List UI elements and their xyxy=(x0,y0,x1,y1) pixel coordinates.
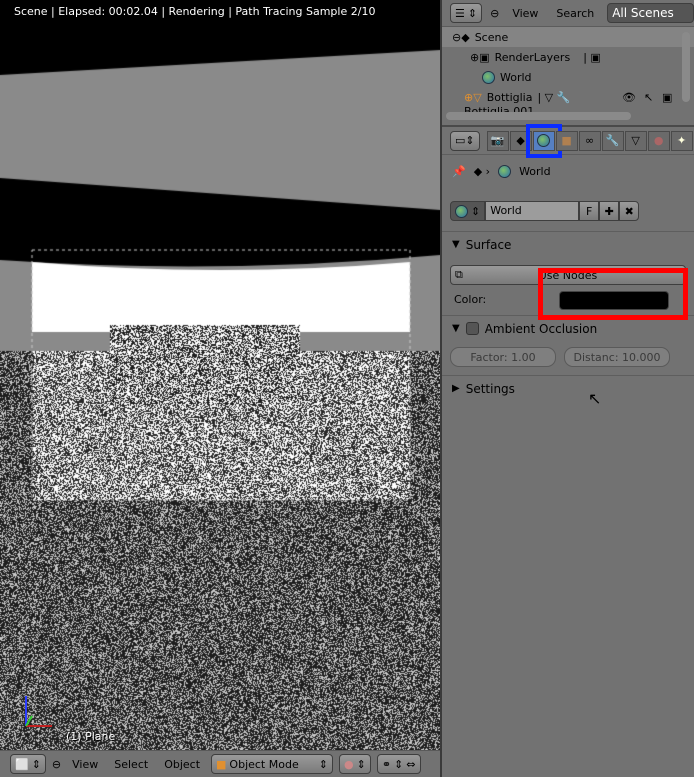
select-cursor-icon[interactable]: ↖ xyxy=(644,91,653,104)
render-status: Scene | Elapsed: 00:02.04 | Rendering | … xyxy=(14,5,375,18)
expanded-triangle-icon: ▼ xyxy=(452,239,460,250)
world-name-field[interactable]: World xyxy=(485,201,579,221)
display-mode-select[interactable]: All Scenes xyxy=(607,3,694,23)
world-icon xyxy=(482,71,495,84)
ao-checkbox[interactable] xyxy=(466,322,479,335)
shading-sphere-icon: ● xyxy=(344,758,354,771)
axis-gizmo-icon xyxy=(18,692,58,732)
wrench-icon: 🔧 xyxy=(606,134,620,147)
plus-icon: ✚ xyxy=(605,205,614,218)
object-mode-icon: ■ xyxy=(216,758,226,771)
menu-search[interactable]: Search xyxy=(551,7,599,20)
close-icon: ✖ xyxy=(625,205,634,218)
collapse-icon[interactable]: ⊖ xyxy=(52,758,61,771)
breadcrumb: 📌 ◆ › World xyxy=(442,155,694,187)
outliner-item-renderlayers[interactable]: ⊕▣ RenderLayers | ▣ xyxy=(442,47,694,67)
mesh-icon: ⊕▽ xyxy=(464,91,482,104)
mode-select[interactable]: ■ Object Mode ⇕ xyxy=(211,754,333,774)
render-camera-icon[interactable]: ▣ xyxy=(662,91,672,104)
properties-editor-type[interactable]: ▭⇕ xyxy=(450,131,480,151)
scene-icon: ◆ xyxy=(516,134,524,147)
editor-type-button[interactable]: ⬜ ⇕ xyxy=(10,754,46,774)
menu-select[interactable]: Select xyxy=(109,758,153,771)
unlink-world-button[interactable]: ✖ xyxy=(619,201,639,221)
outliner-icon: ☰ xyxy=(455,7,465,20)
tab-constraints[interactable]: ∞ xyxy=(579,131,601,151)
world-icon xyxy=(498,165,511,178)
pin-icon[interactable]: 📌 xyxy=(452,165,466,178)
material-icon: ● xyxy=(654,134,664,147)
tab-particles[interactable]: ✦ xyxy=(671,131,693,151)
horizontal-scrollbar[interactable] xyxy=(446,112,631,120)
outliner-editor-type[interactable]: ☰ ⇕ xyxy=(450,3,482,23)
world-icon xyxy=(537,134,550,147)
outliner-item-scene[interactable]: ⊖◆ Scene xyxy=(442,27,694,47)
active-object-label: (1) Plane xyxy=(66,730,115,743)
scene-icon: ⊖◆ xyxy=(452,31,470,44)
panel-settings-header[interactable]: ▶ Settings xyxy=(442,375,694,401)
properties-editor: ▭⇕ 📷 ◆ ■ ∞ 🔧 ▽ ● ✦ 📌 ◆ › World ⇕ World F … xyxy=(442,125,694,777)
new-world-button[interactable]: ✚ xyxy=(599,201,619,221)
camera-icon: 📷 xyxy=(491,134,505,147)
tab-scene[interactable]: ◆ xyxy=(510,131,532,151)
menu-view[interactable]: View xyxy=(507,7,543,20)
viewport-header: ⬜ ⇕ ⊖ View Select Object ■ Object Mode ⇕ ● ⇕… xyxy=(0,750,440,777)
collapse-icon[interactable]: ⊖ xyxy=(490,7,499,20)
outliner: ☰ ⇕ ⊖ View Search All Scenes ⊖◆ Scene ⊕▣ Re… xyxy=(442,0,694,125)
render-layers-icon: ⊕▣ xyxy=(470,51,490,64)
world-datablock: ⇕ World F ✚ ✖ xyxy=(450,201,694,221)
nodes-icon: ⧉ xyxy=(455,268,463,282)
pivot-select[interactable]: ⚭ ⇕ ⇔ xyxy=(377,754,421,774)
tab-modifiers[interactable]: 🔧 xyxy=(602,131,624,151)
particles-icon: ✦ xyxy=(677,134,686,147)
render-preview xyxy=(0,0,440,750)
visibility-eye-icon[interactable]: 👁 xyxy=(622,91,636,104)
color-highlight-box xyxy=(538,268,688,320)
world-icon xyxy=(455,205,468,218)
pivot-icon: ⚭ xyxy=(382,758,391,771)
vertical-scrollbar[interactable] xyxy=(682,32,690,102)
modifier-icon: | ▽ 🔧 xyxy=(537,91,570,104)
render-layer-icon: | ▣ xyxy=(583,51,601,64)
tab-material[interactable]: ● xyxy=(648,131,670,151)
ao-factor-field[interactable]: Factor: 1.00 xyxy=(450,347,556,367)
panel-surface-header[interactable]: ▼ Surface xyxy=(442,231,694,257)
outliner-item-world[interactable]: World xyxy=(442,67,694,87)
tab-render[interactable]: 📷 xyxy=(487,131,509,151)
tab-data[interactable]: ▽ xyxy=(625,131,647,151)
outliner-item-bottiglia[interactable]: ⊕▽ Bottiglia | ▽ 🔧 👁 ↖ ▣ xyxy=(442,87,694,107)
expanded-triangle-icon: ▼ xyxy=(452,323,460,334)
fake-user-button[interactable]: F xyxy=(579,201,599,221)
ao-distance-field[interactable]: Distanc: 10.000 xyxy=(564,347,670,367)
mouse-cursor-icon: ↖ xyxy=(588,389,601,408)
tab-world[interactable] xyxy=(533,131,555,151)
world-browse-button[interactable]: ⇕ xyxy=(450,201,485,221)
manipulator-icon: ⇔ xyxy=(406,758,415,771)
cube-icon: ⬜ xyxy=(15,758,29,771)
viewport-shading-select[interactable]: ● ⇕ xyxy=(339,754,371,774)
object-icon: ■ xyxy=(561,134,571,147)
tab-object[interactable]: ■ xyxy=(556,131,578,151)
menu-object[interactable]: Object xyxy=(159,758,205,771)
scene-icon: ◆ › xyxy=(474,165,490,178)
collapsed-triangle-icon: ▶ xyxy=(452,383,460,394)
menu-view[interactable]: View xyxy=(67,758,103,771)
mesh-data-icon: ▽ xyxy=(631,134,639,147)
3d-viewport[interactable]: Scene | Elapsed: 00:02.04 | Rendering | … xyxy=(0,0,440,750)
link-icon: ∞ xyxy=(585,134,594,147)
